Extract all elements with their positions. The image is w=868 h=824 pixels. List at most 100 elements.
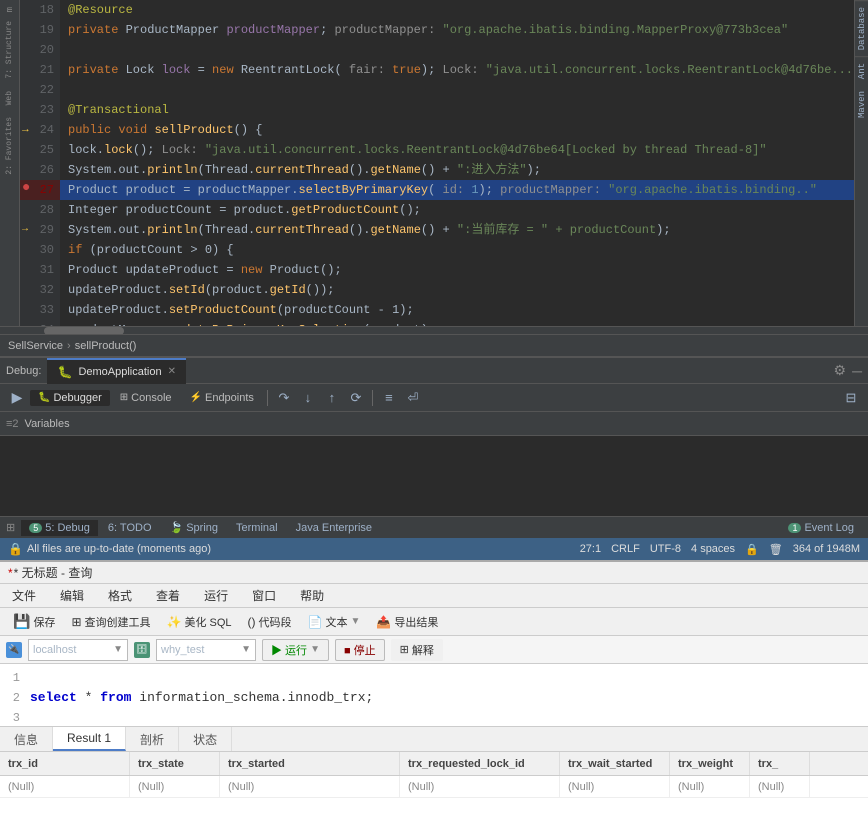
result-tabs-bar: 信息 Result 1 剖析 状态	[0, 726, 868, 752]
code-line-20	[60, 40, 854, 60]
sql-menu-window[interactable]: 窗口	[248, 585, 280, 606]
sql-code-2: select * from information_schema.innodb_…	[30, 688, 373, 708]
status-indent: 4 spaces	[691, 543, 735, 555]
code-scrollbar[interactable]	[0, 326, 868, 334]
sql-explain-btn[interactable]: ⊞ 解释	[391, 639, 443, 661]
th-trx-started: trx_started	[220, 752, 400, 775]
breadcrumb-sep: ›	[67, 340, 71, 352]
evaluate-btn[interactable]: ≡	[378, 387, 400, 409]
th-trx-requested-lock-id: trx_requested_lock_id	[400, 752, 560, 775]
variables-header: ≡2 Variables	[0, 412, 868, 436]
tab-status[interactable]: 状态	[179, 727, 232, 751]
tab-todo[interactable]: 6: TODO	[100, 520, 160, 536]
variables-panel: ≡2 Variables	[0, 412, 868, 516]
sql-connection-bar: 🔌 localhost ▼ 🗄 why_test ▼ ▶ 运行 ▼ ■ 停止 ⊞…	[0, 636, 868, 664]
td-trx-wait-started: (Null)	[560, 776, 670, 797]
status-bar: 🔒 All files are up-to-date (moments ago)…	[0, 538, 868, 560]
code-line-23: @Transactional	[60, 100, 854, 120]
code-line-32: updateProduct.setId(product.getId());	[60, 280, 854, 300]
step-out-btn[interactable]: ↑	[321, 387, 343, 409]
tab-console[interactable]: ⊞ Console	[112, 390, 180, 406]
sql-menu-edit[interactable]: 编辑	[56, 585, 88, 606]
td-trx-extra: (Null)	[750, 776, 810, 797]
debug-panel: Debug: 🐛 DemoApplication ✕ ⚙ ─ ▶ 🐛 Debug…	[0, 356, 868, 516]
code-line-26: System.out.println(Thread.currentThread(…	[60, 160, 854, 180]
status-icon2: 🗑	[769, 543, 783, 556]
sql-toolbar: 💾 保存 ⊞ 查询创建工具 ✨ 美化 SQL () 代码段 📄 文本 ▼ 📤 导…	[0, 608, 868, 636]
debug-resume-btn[interactable]: ▶	[6, 387, 28, 409]
code-line-29: System.out.println(Thread.currentThread(…	[60, 220, 854, 240]
sql-text-btn[interactable]: 📄 文本 ▼	[301, 611, 368, 633]
toolbar-sep2	[372, 390, 373, 406]
variables-label: Variables	[25, 418, 70, 430]
sql-save-btn[interactable]: 💾 保存	[6, 610, 62, 633]
tab-terminal[interactable]: Terminal	[228, 520, 286, 536]
code-content: @Resource private ProductMapper productM…	[60, 0, 854, 326]
code-line-21: private Lock lock = new ReentrantLock( f…	[60, 60, 854, 80]
sql-title-bar: * * 无标题 - 查询	[0, 562, 868, 584]
sql-menu-run[interactable]: 运行	[200, 585, 232, 606]
tab-result1[interactable]: Result 1	[53, 727, 126, 751]
expand-icon[interactable]: ⊞	[6, 521, 15, 534]
debug-label: Debug:	[6, 365, 41, 377]
sidebar-icon-favorites[interactable]: 2: Favorites	[5, 117, 14, 175]
sidebar-icon-m[interactable]: m	[5, 7, 15, 12]
right-panel-tabs: Database Ant Maven	[854, 0, 868, 326]
sidebar-icon-structure[interactable]: 7: Structure	[5, 21, 14, 79]
debug-settings-icon[interactable]: ⚙	[834, 362, 847, 379]
ant-tab[interactable]: Ant	[855, 56, 868, 85]
demo-application-tab[interactable]: 🐛 DemoApplication ✕	[47, 358, 186, 384]
sidebar-icon-web[interactable]: Web	[5, 91, 14, 105]
step-into-btn[interactable]: ↓	[297, 387, 319, 409]
sql-run-btn[interactable]: ▶ 运行 ▼	[262, 639, 329, 661]
database-select[interactable]: why_test ▼	[156, 639, 256, 661]
sql-beautify-btn[interactable]: ✨ 美化 SQL	[160, 611, 239, 633]
code-line-18: @Resource	[60, 0, 854, 20]
code-line-19: private ProductMapper productMapper; pro…	[60, 20, 854, 40]
database-tab[interactable]: Database	[855, 0, 868, 56]
step-over-btn[interactable]: ↷	[273, 387, 295, 409]
sql-menu-file[interactable]: 文件	[8, 585, 40, 606]
status-encoding: UTF-8	[650, 543, 681, 555]
debug-toolbar: ▶ 🐛 Debugger ⊞ Console ⚡ Endpoints ↷ ↓ ↑…	[0, 384, 868, 412]
status-files: 🔒 All files are up-to-date (moments ago)	[8, 542, 211, 556]
th-trx-id: trx_id	[0, 752, 130, 775]
debug-minimize-icon[interactable]: ─	[852, 363, 862, 379]
sql-query-builder-btn[interactable]: ⊞ 查询创建工具	[64, 611, 157, 633]
tab-info[interactable]: 信息	[0, 727, 53, 751]
tab-debugger[interactable]: 🐛 Debugger	[30, 390, 110, 406]
sql-export-btn[interactable]: 📤 导出结果	[369, 611, 445, 633]
event-log-tab[interactable]: 1 Event Log	[780, 520, 862, 536]
tab-java-enterprise[interactable]: Java Enterprise	[288, 520, 380, 536]
breadcrumb: SellService › sellProduct()	[0, 334, 868, 356]
tab-debug[interactable]: 5 5: Debug	[21, 520, 98, 536]
status-position: 27:1	[580, 543, 601, 555]
sql-stop-btn[interactable]: ■ 停止	[335, 639, 385, 661]
connection-select[interactable]: localhost ▼	[28, 639, 128, 661]
database-icon: 🗄	[134, 642, 150, 658]
tab-endpoints[interactable]: ⚡ Endpoints	[182, 390, 262, 406]
sql-line-num-3: 3	[0, 708, 30, 726]
debug-tab-label: DemoApplication	[78, 366, 161, 378]
breadcrumb-method: sellProduct()	[75, 340, 137, 352]
sql-editor[interactable]: 1 2 select * from information_schema.inn…	[0, 664, 868, 726]
tab-spring[interactable]: 🍃 Spring	[162, 519, 227, 536]
sql-menu-help[interactable]: 帮助	[296, 585, 328, 606]
sql-menu-format[interactable]: 格式	[104, 585, 136, 606]
stream-btn[interactable]: ⏎	[402, 387, 424, 409]
ide-section: m 7: Structure Web 2: Favorites 18 19 20…	[0, 0, 868, 560]
settings-btn[interactable]: ⊟	[840, 387, 862, 409]
breadcrumb-class: SellService	[8, 340, 63, 352]
code-line-27: Product product = productMapper.selectBy…	[60, 180, 854, 200]
debug-tab-close[interactable]: ✕	[168, 366, 176, 377]
code-line-30: if (productCount > 0) {	[60, 240, 854, 260]
sql-line-num-2: 2	[0, 688, 30, 708]
sql-menu-query[interactable]: 查着	[152, 585, 184, 606]
debug-tab-icon: 🐛	[57, 365, 72, 379]
tab-profiling[interactable]: 剖析	[126, 727, 179, 751]
run-to-cursor-btn[interactable]: ⟳	[345, 387, 367, 409]
sql-snippet-btn[interactable]: () 代码段	[241, 611, 299, 633]
maven-tab[interactable]: Maven	[855, 85, 868, 124]
sql-line-1: 1	[0, 668, 868, 688]
status-icon1: 🔒	[745, 543, 759, 556]
